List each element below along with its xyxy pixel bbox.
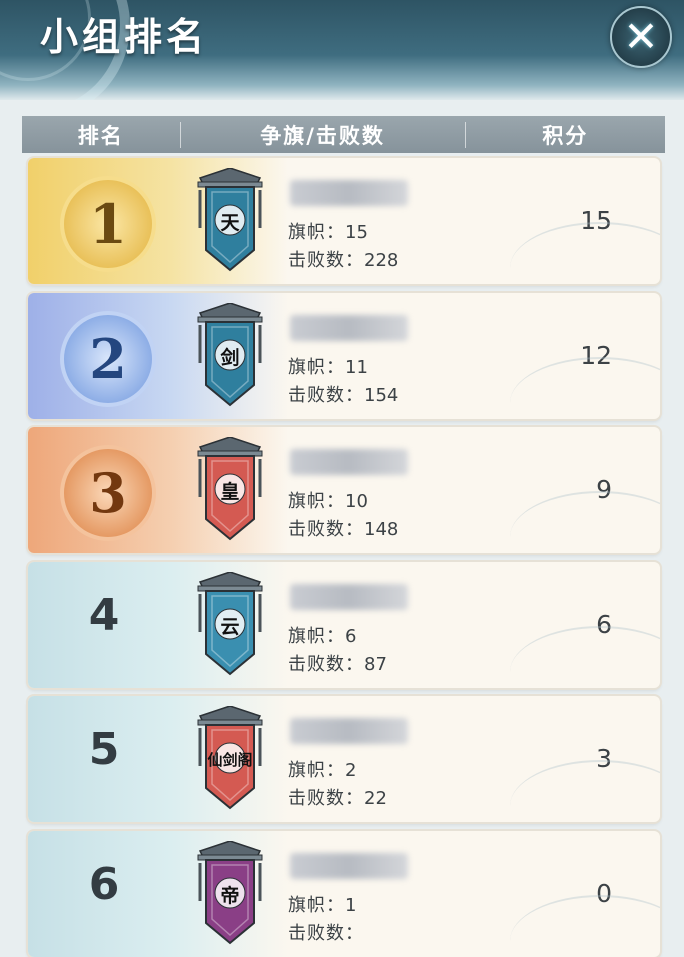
banner-emblem-text: 皇 <box>220 481 240 503</box>
rank-number: 4 <box>88 590 120 641</box>
kills-count: 击败数：148 <box>288 515 398 541</box>
guild-banner-icon: 帝 <box>194 841 266 945</box>
flags-label: 旗帜： <box>288 760 345 781</box>
guild-banner-icon: 仙剑阁 <box>194 706 266 810</box>
wave-decoration <box>510 491 660 553</box>
flags-value: 11 <box>345 357 368 378</box>
kills-label: 击败数： <box>288 385 364 406</box>
flags-value: 6 <box>345 626 357 647</box>
flags-count: 旗帜：10 <box>288 487 368 513</box>
banner-emblem-text: 剑 <box>220 347 240 369</box>
ranking-row[interactable]: 6 帝旗帜：1 击败数： 0 <box>28 831 660 957</box>
guild-name-blurred <box>290 853 408 879</box>
guild-banner-icon: 云 <box>194 572 266 676</box>
flags-count: 旗帜：11 <box>288 353 368 379</box>
flags-value: 10 <box>345 491 368 512</box>
banner-emblem-text: 云 <box>220 616 240 638</box>
banner-emblem-text: 仙剑阁 <box>207 751 253 769</box>
kills-label: 击败数： <box>288 788 364 809</box>
guild-banner-icon: 天 <box>194 168 266 272</box>
rank-number: 5 <box>88 724 120 775</box>
ranking-row[interactable]: 2 剑旗帜：11 击败数：154 12 <box>28 293 660 419</box>
wave-decoration <box>510 626 660 688</box>
flags-count: 旗帜：1 <box>288 891 356 917</box>
kills-count: 击败数：22 <box>288 784 387 810</box>
kills-label: 击败数： <box>288 519 364 540</box>
close-icon: ✕ <box>623 12 659 61</box>
ranking-row[interactable]: 1 天旗帜：15 击败数：228 15 <box>28 158 660 284</box>
ranking-row[interactable]: 3 皇旗帜：10 击败数：148 9 <box>28 427 660 553</box>
guild-name-blurred <box>290 718 408 744</box>
rank-medal-icon: 2 <box>60 311 156 407</box>
column-header-flags-kills: 争旗/击败数 <box>260 123 385 148</box>
header-bar: 小组排名 ✕ <box>0 0 684 100</box>
column-header-rank: 排名 <box>77 123 124 148</box>
flags-label: 旗帜： <box>288 626 345 647</box>
flags-label: 旗帜： <box>288 222 345 243</box>
wave-decoration <box>510 895 660 957</box>
kills-value: 228 <box>364 250 399 271</box>
kills-count: 击败数：228 <box>288 246 398 272</box>
kills-label: 击败数： <box>288 654 364 675</box>
flags-value: 2 <box>345 760 357 781</box>
ranking-row[interactable]: 5 仙剑阁 旗帜：2 击败数：22 3 <box>28 696 660 822</box>
guild-banner-icon: 剑 <box>194 303 266 407</box>
wave-decoration <box>510 357 660 419</box>
ranking-row[interactable]: 4 云旗帜：6 击败数：87 6 <box>28 562 660 688</box>
guild-name-blurred <box>290 584 408 610</box>
kills-value: 154 <box>364 385 399 406</box>
page-title: 小组排名 <box>40 15 209 59</box>
flags-label: 旗帜： <box>288 357 345 378</box>
rank-number: 6 <box>88 859 120 910</box>
flags-label: 旗帜： <box>288 895 345 916</box>
rank-medal-icon: 3 <box>60 445 156 541</box>
flags-label: 旗帜： <box>288 491 345 512</box>
kills-value: 148 <box>364 519 399 540</box>
rank-medal-icon: 1 <box>60 176 156 272</box>
flags-count: 旗帜：15 <box>288 218 368 244</box>
guild-name-blurred <box>290 449 408 475</box>
flags-value: 1 <box>345 895 357 916</box>
close-button[interactable]: ✕ <box>610 6 672 68</box>
kills-count: 击败数： <box>288 919 364 945</box>
table-header: 排名 争旗/击败数 积分 <box>22 116 665 153</box>
flags-value: 15 <box>345 222 368 243</box>
kills-value: 87 <box>364 654 387 675</box>
guild-banner-icon: 皇 <box>194 437 266 541</box>
column-header-score: 积分 <box>542 123 589 148</box>
wave-decoration <box>510 760 660 822</box>
wave-decoration <box>510 222 660 284</box>
kills-value: 22 <box>364 788 387 809</box>
kills-label: 击败数： <box>288 250 364 271</box>
banner-emblem-text: 帝 <box>220 885 240 907</box>
flags-count: 旗帜：6 <box>288 622 356 648</box>
guild-name-blurred <box>290 180 408 206</box>
kills-label: 击败数： <box>288 923 364 944</box>
banner-emblem-text: 天 <box>220 212 240 234</box>
kills-count: 击败数：154 <box>288 381 398 407</box>
guild-name-blurred <box>290 315 408 341</box>
kills-count: 击败数：87 <box>288 650 387 676</box>
flags-count: 旗帜：2 <box>288 756 356 782</box>
